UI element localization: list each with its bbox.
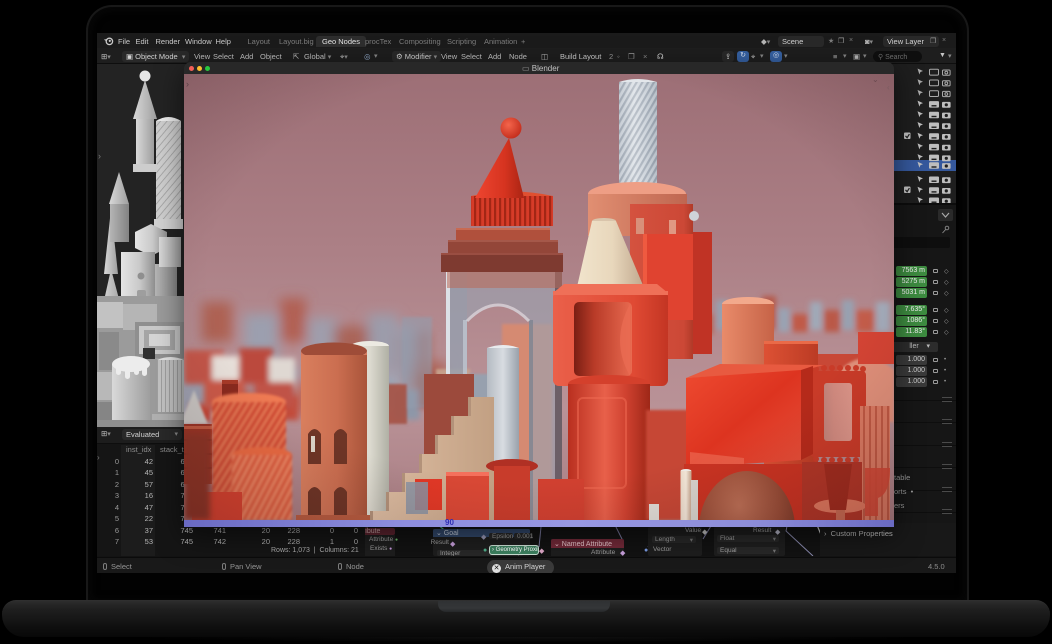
- svg-text:›: ›: [186, 79, 189, 89]
- svg-text:›: ›: [98, 151, 101, 161]
- svg-text:‹: ‹: [887, 83, 890, 92]
- svg-text:⌄: ⌄: [872, 75, 879, 84]
- svg-text:› Custom Properties: › Custom Properties: [824, 529, 893, 538]
